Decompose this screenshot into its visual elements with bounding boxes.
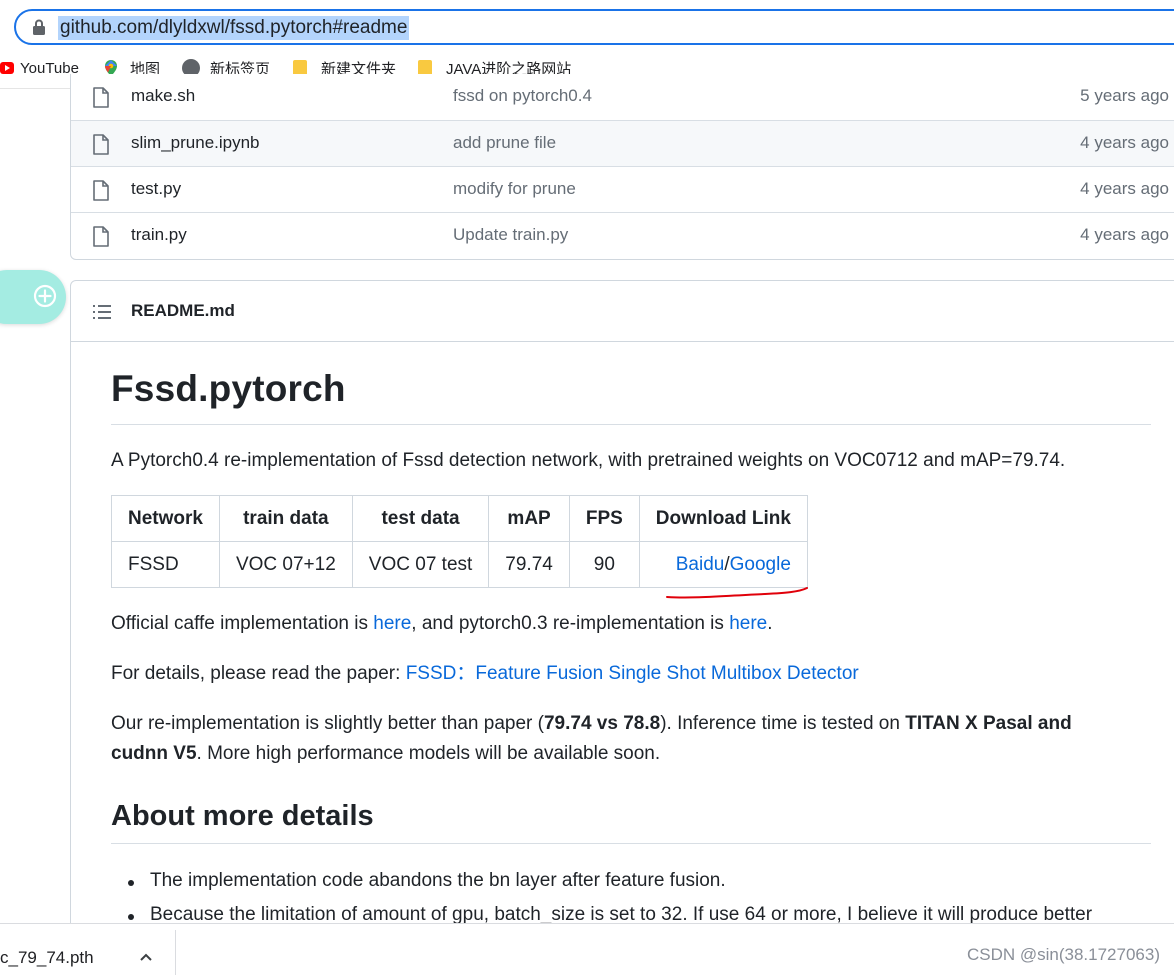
readme-header: README.md (70, 280, 1174, 342)
outline-list-icon[interactable] (93, 304, 111, 320)
table-row: FSSD VOC 07+12 VOC 07 test 79.74 90 Baid… (111, 541, 808, 588)
official-implementation-paragraph: Official caffe implementation is here, a… (111, 613, 773, 634)
table-header: Network (111, 495, 220, 542)
bookmark-youtube[interactable]: YouTube (0, 57, 79, 79)
table-cell-download: Baidu/Google (638, 541, 808, 588)
readme-file-title[interactable]: README.md (131, 301, 235, 321)
download-bar: c_79_74.pth CSDN @sin(38.1727063) (0, 923, 1174, 975)
file-icon (93, 180, 109, 201)
file-name-link[interactable]: test.py (131, 179, 181, 199)
baidu-link[interactable]: Baidu (676, 554, 725, 575)
table-cell-fps: 90 (568, 541, 640, 588)
table-header: mAP (488, 495, 570, 542)
file-row[interactable]: test.py modify for prune 4 years ago (71, 166, 1174, 212)
commit-message-link[interactable]: modify for prune (453, 179, 576, 199)
address-bar[interactable]: github.com/dlyldxwl/fssd.pytorch#readme (14, 9, 1174, 45)
plus-circle-icon (33, 284, 57, 308)
csdn-watermark: CSDN @sin(38.1727063) (966, 945, 1160, 964)
results-table: Network train data test data mAP FPS Dow… (111, 495, 808, 588)
commit-message-link[interactable]: add prune file (453, 133, 556, 153)
table-cell-train: VOC 07+12 (218, 541, 353, 588)
results-paragraph: Our re-implementation is slightly better… (111, 713, 1072, 764)
commit-age: 5 years ago (1080, 86, 1169, 105)
file-name-link[interactable]: make.sh (131, 86, 195, 106)
file-row[interactable]: make.sh fssd on pytorch0.4 5 years ago (71, 74, 1174, 120)
file-list: make.sh fssd on pytorch0.4 5 years ago s… (70, 74, 1174, 260)
red-underline-annotation (666, 587, 808, 599)
commit-age: 4 years ago (1080, 179, 1169, 198)
content-border (70, 340, 71, 925)
lock-icon (33, 19, 45, 35)
url-text[interactable]: github.com/dlyldxwl/fssd.pytorch#readme (58, 16, 410, 40)
caffe-here-link[interactable]: here (373, 613, 411, 634)
table-header: Download Link (638, 495, 808, 542)
paper-link[interactable]: FSSD：Feature Fusion Single Shot Multibox… (406, 663, 859, 684)
file-name-link[interactable]: train.py (131, 225, 187, 245)
floating-add-button[interactable] (0, 270, 66, 324)
youtube-icon (0, 62, 14, 74)
page-title: Fssd.pytorch (111, 368, 346, 409)
commit-age: 4 years ago (1080, 133, 1169, 152)
file-row[interactable]: slim_prune.ipynb add prune file 4 years … (71, 120, 1174, 166)
chevron-up-icon[interactable] (139, 952, 153, 962)
table-header: FPS (568, 495, 640, 542)
download-file-name[interactable]: c_79_74.pth (0, 948, 94, 968)
section-divider (111, 843, 1151, 844)
commit-message-link[interactable]: Update train.py (453, 225, 568, 245)
table-header: train data (218, 495, 353, 542)
file-name-link[interactable]: slim_prune.ipynb (131, 133, 260, 153)
title-divider (111, 424, 1151, 425)
file-icon (93, 226, 109, 247)
commit-age: 4 years ago (1080, 225, 1169, 244)
google-link[interactable]: Google (730, 554, 791, 575)
table-cell-test: VOC 07 test (351, 541, 490, 588)
commit-message-link[interactable]: fssd on pytorch0.4 (453, 86, 592, 106)
table-cell-map: 79.74 (488, 541, 570, 588)
download-separator (175, 930, 176, 975)
file-icon (93, 87, 109, 108)
pytorch03-here-link[interactable]: here (729, 613, 767, 634)
file-row[interactable]: train.py Update train.py 4 years ago (71, 212, 1174, 258)
section-title: About more details (111, 800, 374, 832)
list-item: The implementation code abandons the bn … (128, 870, 726, 892)
intro-paragraph: A Pytorch0.4 re-implementation of Fssd d… (111, 450, 1066, 471)
table-cell-network: FSSD (111, 541, 220, 588)
file-icon (93, 134, 109, 155)
table-header: test data (351, 495, 490, 542)
paper-paragraph: For details, please read the paper: FSSD… (111, 663, 859, 684)
table-header-row: Network train data test data mAP FPS Dow… (111, 495, 808, 542)
